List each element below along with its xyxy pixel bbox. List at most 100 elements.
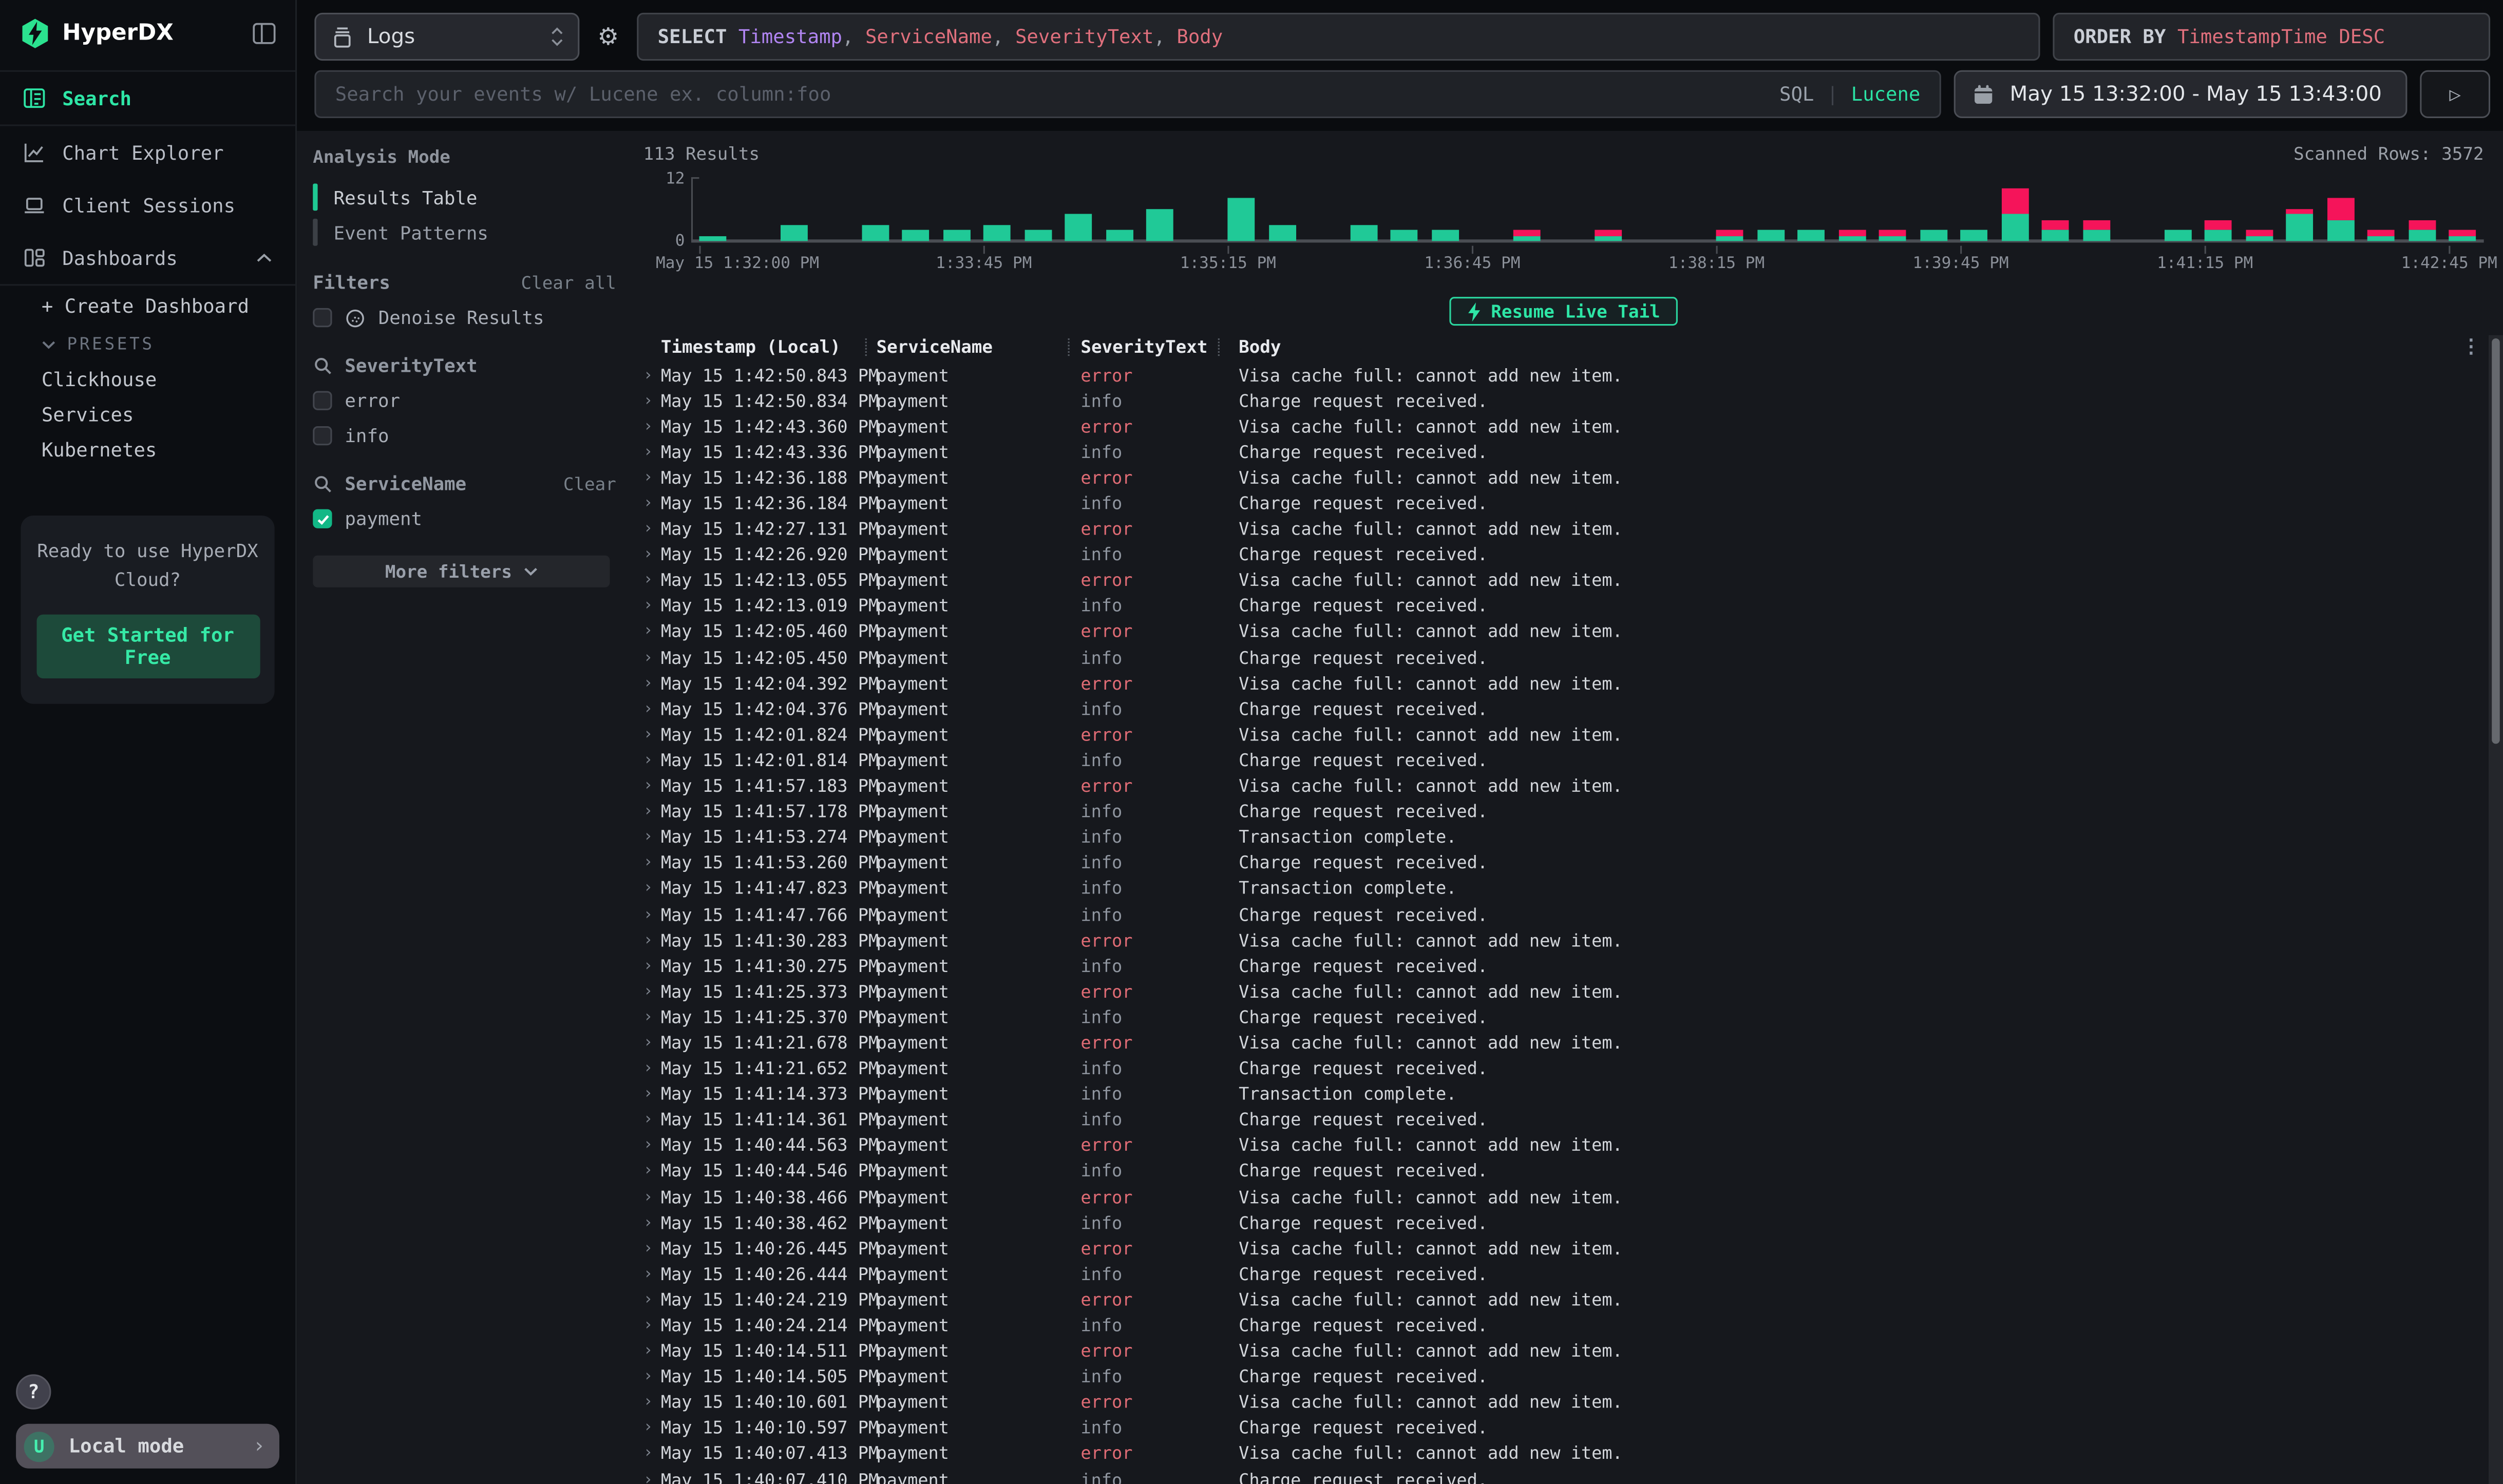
scrollbar-track[interactable] (2489, 335, 2503, 1484)
table-row[interactable]: ›May 15 1:41:47.823 PMpaymentinfoTransac… (643, 876, 2484, 902)
table-row[interactable]: ›May 15 1:42:04.376 PMpaymentinfoCharge … (643, 696, 2484, 722)
table-row[interactable]: ›May 15 1:40:10.597 PMpaymentinfoCharge … (643, 1416, 2484, 1441)
info-checkbox[interactable] (313, 426, 332, 445)
scrollbar-thumb[interactable] (2492, 338, 2500, 744)
row-expand-chevron-icon[interactable]: › (643, 1163, 661, 1180)
table-row[interactable]: ›May 15 1:41:30.275 PMpaymentinfoCharge … (643, 953, 2484, 979)
table-row[interactable]: ›May 15 1:42:50.843 PMpaymenterrorVisa c… (643, 363, 2484, 388)
table-row[interactable]: ›May 15 1:40:38.466 PMpaymenterrorVisa c… (643, 1184, 2484, 1210)
row-expand-chevron-icon[interactable]: › (643, 854, 661, 872)
search-icon[interactable] (313, 473, 333, 494)
date-range-picker[interactable]: May 15 13:32:00 - May 15 13:43:00 (1954, 70, 2407, 118)
get-started-button[interactable]: Get Started for Free (36, 614, 259, 678)
table-row[interactable]: ›May 15 1:40:14.505 PMpaymentinfoCharge … (643, 1364, 2484, 1390)
events-histogram[interactable]: 12 0 May 15 1:32:00 PM1:33:45 PM1:35:15 … (643, 171, 2484, 276)
resume-live-tail-button[interactable]: Resume Live Tail (1449, 297, 1677, 326)
column-divider[interactable] (1068, 338, 1070, 356)
table-row[interactable]: ›May 15 1:42:01.824 PMpaymenterrorVisa c… (643, 722, 2484, 748)
row-expand-chevron-icon[interactable]: › (643, 1265, 661, 1283)
table-row[interactable]: ›May 15 1:42:13.019 PMpaymentinfoCharge … (643, 594, 2484, 619)
toggle-sql[interactable]: SQL (1779, 83, 1814, 106)
table-row[interactable]: ›May 15 1:40:38.462 PMpaymentinfoCharge … (643, 1210, 2484, 1235)
table-row[interactable]: ›May 15 1:40:44.546 PMpaymentinfoCharge … (643, 1158, 2484, 1184)
table-row[interactable]: ›May 15 1:40:24.214 PMpaymentinfoCharge … (643, 1313, 2484, 1339)
table-row[interactable]: ›May 15 1:40:44.563 PMpaymenterrorVisa c… (643, 1133, 2484, 1158)
search-icon[interactable] (313, 355, 333, 376)
column-divider[interactable] (865, 338, 867, 356)
more-filters-button[interactable]: More filters (313, 556, 610, 587)
table-row[interactable]: ›May 15 1:41:30.283 PMpaymenterrorVisa c… (643, 927, 2484, 953)
column-header-body[interactable]: Body (1239, 337, 2484, 357)
sql-query-input[interactable]: SELECT Timestamp, ServiceName, SeverityT… (637, 13, 2040, 61)
row-expand-chevron-icon[interactable]: › (643, 931, 661, 949)
user-menu[interactable]: U Local mode › (16, 1424, 279, 1469)
table-row[interactable]: ›May 15 1:41:47.766 PMpaymentinfoCharge … (643, 902, 2484, 927)
row-expand-chevron-icon[interactable]: › (643, 777, 661, 795)
table-row[interactable]: ›May 15 1:42:13.055 PMpaymenterrorVisa c… (643, 568, 2484, 594)
column-divider[interactable] (1218, 338, 1220, 356)
table-row[interactable]: ›May 15 1:42:26.920 PMpaymentinfoCharge … (643, 542, 2484, 568)
row-expand-chevron-icon[interactable]: › (643, 1368, 661, 1386)
row-expand-chevron-icon[interactable]: › (643, 469, 661, 487)
table-row[interactable]: ›May 15 1:41:14.361 PMpaymentinfoCharge … (643, 1107, 2484, 1133)
table-row[interactable]: ›May 15 1:41:25.370 PMpaymentinfoCharge … (643, 1004, 2484, 1030)
row-expand-chevron-icon[interactable]: › (643, 1034, 661, 1052)
clear-servicename-button[interactable]: Clear (563, 473, 616, 494)
row-expand-chevron-icon[interactable]: › (643, 752, 661, 769)
table-row[interactable]: ›May 15 1:41:25.373 PMpaymenterrorVisa c… (643, 979, 2484, 1004)
presets-toggle[interactable]: PRESETS (0, 327, 295, 362)
create-dashboard-button[interactable]: + Create Dashboard (0, 286, 295, 327)
row-expand-chevron-icon[interactable]: › (643, 1471, 661, 1484)
order-by-input[interactable]: ORDER BY TimestampTime DESC (2053, 13, 2490, 61)
row-expand-chevron-icon[interactable]: › (643, 444, 661, 461)
row-expand-chevron-icon[interactable]: › (643, 1343, 661, 1360)
table-row[interactable]: ›May 15 1:41:57.183 PMpaymenterrorVisa c… (643, 773, 2484, 799)
table-row[interactable]: ›May 15 1:40:07.410 PMpaymentinfoCharge … (643, 1467, 2484, 1484)
row-expand-chevron-icon[interactable]: › (643, 1188, 661, 1206)
sidebar-item-chart-explorer[interactable]: Chart Explorer (0, 126, 295, 179)
error-checkbox[interactable] (313, 391, 332, 410)
table-row[interactable]: ›May 15 1:40:26.445 PMpaymenterrorVisa c… (643, 1235, 2484, 1261)
row-expand-chevron-icon[interactable]: › (643, 983, 661, 1000)
row-expand-chevron-icon[interactable]: › (643, 418, 661, 435)
row-expand-chevron-icon[interactable]: › (643, 1291, 661, 1308)
row-expand-chevron-icon[interactable]: › (643, 829, 661, 846)
sidebar-item-kubernetes[interactable]: Kubernetes (0, 432, 295, 467)
table-row[interactable]: ›May 15 1:42:05.460 PMpaymenterrorVisa c… (643, 619, 2484, 645)
row-expand-chevron-icon[interactable]: › (643, 1111, 661, 1129)
row-expand-chevron-icon[interactable]: › (643, 1420, 661, 1437)
sidebar-item-services[interactable]: Services (0, 397, 295, 432)
table-row[interactable]: ›May 15 1:40:14.511 PMpaymenterrorVisa c… (643, 1339, 2484, 1364)
row-expand-chevron-icon[interactable]: › (643, 1214, 661, 1231)
row-expand-chevron-icon[interactable]: › (643, 572, 661, 589)
table-row[interactable]: ›May 15 1:40:24.219 PMpaymenterrorVisa c… (643, 1287, 2484, 1313)
row-expand-chevron-icon[interactable]: › (643, 675, 661, 692)
gear-icon[interactable]: ⚙ (592, 13, 624, 61)
row-expand-chevron-icon[interactable]: › (643, 367, 661, 384)
row-expand-chevron-icon[interactable]: › (643, 880, 661, 898)
clear-all-button[interactable]: Clear all (521, 273, 616, 294)
column-header-timestamp[interactable]: Timestamp (Local) (661, 337, 865, 357)
sidebar-item-dashboards[interactable]: Dashboards (0, 232, 295, 284)
row-expand-chevron-icon[interactable]: › (643, 521, 661, 538)
denoise-checkbox[interactable] (313, 308, 332, 327)
table-row[interactable]: ›May 15 1:41:14.373 PMpaymentinfoTransac… (643, 1081, 2484, 1107)
row-expand-chevron-icon[interactable]: › (643, 1445, 661, 1463)
row-expand-chevron-icon[interactable]: › (643, 649, 661, 667)
row-expand-chevron-icon[interactable]: › (643, 1240, 661, 1257)
row-expand-chevron-icon[interactable]: › (643, 803, 661, 821)
source-select[interactable]: Logs (314, 13, 579, 61)
table-row[interactable]: ›May 15 1:42:36.184 PMpaymentinfoCharge … (643, 491, 2484, 517)
sidebar-item-clickhouse[interactable]: Clickhouse (0, 363, 295, 397)
row-expand-chevron-icon[interactable]: › (643, 1009, 661, 1026)
table-row[interactable]: ›May 15 1:42:27.131 PMpaymenterrorVisa c… (643, 517, 2484, 542)
row-expand-chevron-icon[interactable]: › (643, 392, 661, 410)
row-expand-chevron-icon[interactable]: › (643, 1317, 661, 1334)
column-header-servicename[interactable]: ServiceName (877, 337, 1068, 357)
row-expand-chevron-icon[interactable]: › (643, 623, 661, 641)
table-row[interactable]: ›May 15 1:42:36.188 PMpaymenterrorVisa c… (643, 465, 2484, 491)
table-row[interactable]: ›May 15 1:42:50.834 PMpaymentinfoCharge … (643, 388, 2484, 414)
toggle-lucene[interactable]: Lucene (1851, 83, 1921, 106)
table-row[interactable]: ›May 15 1:40:07.413 PMpaymenterrorVisa c… (643, 1441, 2484, 1467)
table-row[interactable]: ›May 15 1:41:21.678 PMpaymenterrorVisa c… (643, 1030, 2484, 1056)
